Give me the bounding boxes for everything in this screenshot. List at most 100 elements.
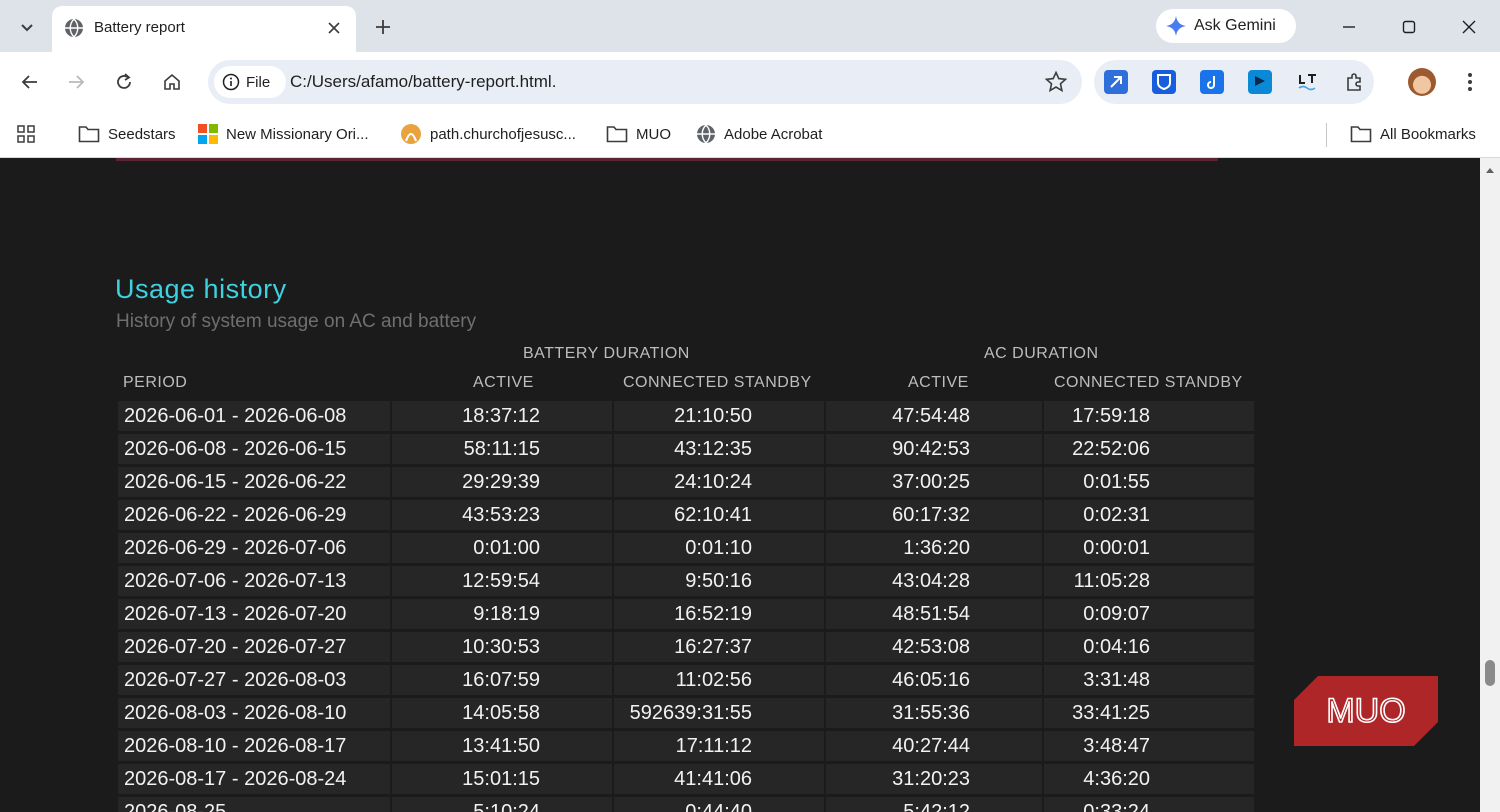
table-row: 2026-08-10 - 2026-08-17 13:41:50 17:11:12 4… — [118, 731, 1254, 761]
globe-icon — [697, 124, 715, 144]
battery-standby-cell: 11:02:56 — [612, 665, 824, 695]
tab-battery-report[interactable]: Battery report — [52, 6, 356, 52]
bookmark-seedstars[interactable]: Seedstars — [78, 122, 176, 146]
bookmark-adobe-acrobat[interactable]: Adobe Acrobat — [696, 122, 822, 146]
table-row: 2026-06-08 - 2026-06-15 58:11:15 43:12:35 9… — [118, 434, 1254, 464]
battery-standby-cell: 21:10:50 — [612, 401, 824, 431]
site-info-label: File — [246, 73, 271, 91]
ac-active-cell: 60:17:32 — [824, 500, 1042, 530]
close-window-button[interactable] — [1454, 12, 1484, 42]
ac-standby-cell: 4:36:20 — [1042, 764, 1254, 794]
ac-active-cell: 46:05:16 — [824, 665, 1042, 695]
ac-standby-header: CONNECTED STANDBY — [1054, 374, 1243, 391]
battery-standby-cell: 0:44:40 — [612, 797, 824, 812]
bookmark-label: Adobe Acrobat — [724, 125, 823, 143]
menu-button[interactable] — [1458, 68, 1482, 96]
apps-button[interactable] — [16, 122, 36, 146]
url-text[interactable]: C:/Users/afamo/battery-report.html. — [290, 72, 556, 92]
period-cell: 2026-07-20 - 2026-07-27 — [118, 632, 390, 662]
scrollbar-thumb[interactable] — [1485, 660, 1495, 686]
arrow-left-icon — [21, 75, 37, 89]
bookmark-label: path.churchofjesusc... — [430, 125, 576, 143]
bookmarks-bar: Seedstars New Missionary Ori... path.chu… — [0, 112, 1500, 158]
ac-standby-cell: 0:33:24 — [1042, 797, 1254, 812]
period-cell: 2026-07-13 - 2026-07-20 — [118, 599, 390, 629]
new-tab-button[interactable] — [368, 12, 398, 42]
globe-icon — [65, 18, 83, 38]
section-title: Usage history — [115, 274, 287, 304]
table-row: 2026-06-15 - 2026-06-22 29:29:39 24:10:24 3… — [118, 467, 1254, 497]
bookmark-label: New Missionary Ori... — [226, 125, 369, 143]
minimize-button[interactable] — [1334, 12, 1364, 42]
gemini-label: Ask Gemini — [1194, 17, 1276, 34]
site-info-chip[interactable]: File — [214, 66, 286, 98]
minimize-icon — [1343, 26, 1355, 28]
ac-duration-header: AC DURATION — [984, 345, 1099, 362]
period-cell: 2026-06-29 - 2026-07-06 — [118, 533, 390, 563]
battery-standby-cell: 62:10:41 — [612, 500, 824, 530]
battery-active-cell: 0:01:00 — [390, 533, 612, 563]
path-logo-icon — [401, 124, 421, 144]
period-header: PERIOD — [123, 374, 188, 391]
table-row: 2026-07-27 - 2026-08-03 16:07:59 11:02:56 4… — [118, 665, 1254, 695]
ac-standby-cell: 22:52:06 — [1042, 434, 1254, 464]
battery-standby-cell: 43:12:35 — [612, 434, 824, 464]
all-bookmarks-button[interactable]: All Bookmarks — [1350, 122, 1476, 146]
extension-flag-icon[interactable] — [1248, 70, 1272, 94]
ac-active-cell: 90:42:53 — [824, 434, 1042, 464]
folder-icon — [78, 126, 100, 143]
battery-active-cell: 10:30:53 — [390, 632, 612, 662]
extension-shield-icon[interactable] — [1152, 70, 1176, 94]
battery-active-cell: 15:01:15 — [390, 764, 612, 794]
table-row: 2026-08-25 5:10:24 0:44:40 5:42:12 0:33:24 — [118, 797, 1254, 812]
table-row: 2026-06-01 - 2026-06-08 18:37:12 21:10:50 4… — [118, 401, 1254, 431]
page-content: Usage history History of system usage on… — [0, 158, 1480, 812]
battery-active-cell: 9:18:19 — [390, 599, 612, 629]
battery-standby-cell: 24:10:24 — [612, 467, 824, 497]
ac-standby-cell: 0:00:01 — [1042, 533, 1254, 563]
maximize-icon — [1402, 20, 1416, 34]
tab-search-button[interactable] — [12, 12, 42, 42]
scroll-up-arrow-icon[interactable] — [1485, 166, 1495, 176]
close-tab-button[interactable] — [322, 16, 346, 40]
period-cell: 2026-06-08 - 2026-06-15 — [118, 434, 390, 464]
vertical-scrollbar[interactable] — [1480, 158, 1500, 812]
ask-gemini-button[interactable]: Ask Gemini — [1156, 9, 1296, 43]
battery-active-cell: 14:05:58 — [390, 698, 612, 728]
battery-standby-cell: 16:27:37 — [612, 632, 824, 662]
battery-standby-header: CONNECTED STANDBY — [623, 374, 812, 391]
folder-icon — [606, 126, 628, 143]
bookmark-star-icon[interactable] — [1044, 70, 1068, 94]
ac-standby-cell: 33:41:25 — [1042, 698, 1254, 728]
battery-standby-cell: 16:52:19 — [612, 599, 824, 629]
period-cell: 2026-07-27 - 2026-08-03 — [118, 665, 390, 695]
maximize-button[interactable] — [1394, 12, 1424, 42]
ac-standby-cell: 0:04:16 — [1042, 632, 1254, 662]
info-icon — [222, 73, 240, 91]
bookmark-muo[interactable]: MUO — [606, 122, 671, 146]
ac-standby-cell: 11:05:28 — [1042, 566, 1254, 596]
table-row: 2026-07-20 - 2026-07-27 10:30:53 16:27:37 4… — [118, 632, 1254, 662]
reload-button[interactable] — [108, 66, 140, 98]
back-button[interactable] — [14, 66, 46, 98]
profile-avatar[interactable] — [1408, 68, 1436, 96]
extensions-group — [1094, 60, 1374, 104]
battery-standby-cell: 17:11:12 — [612, 731, 824, 761]
bookmark-path-church[interactable]: path.churchofjesusc... — [400, 122, 576, 146]
forward-button[interactable] — [60, 66, 92, 98]
bookmarks-divider — [1326, 123, 1327, 147]
extension-feather-icon[interactable] — [1104, 70, 1128, 94]
bookmark-new-missionary[interactable]: New Missionary Ori... — [198, 122, 369, 146]
battery-active-cell: 12:59:54 — [390, 566, 612, 596]
address-bar[interactable]: File C:/Users/afamo/battery-report.html. — [208, 60, 1082, 104]
section-divider — [116, 158, 1218, 161]
period-cell: 2026-08-10 - 2026-08-17 — [118, 731, 390, 761]
home-button[interactable] — [156, 66, 188, 98]
extension-music-icon[interactable] — [1200, 70, 1224, 94]
ac-standby-cell: 0:02:31 — [1042, 500, 1254, 530]
ac-active-cell: 5:42:12 — [824, 797, 1042, 812]
battery-active-cell: 5:10:24 — [390, 797, 612, 812]
extensions-puzzle-icon[interactable] — [1342, 70, 1366, 94]
microsoft-logo-icon — [198, 124, 218, 144]
extension-languagetool-icon[interactable] — [1296, 70, 1320, 94]
